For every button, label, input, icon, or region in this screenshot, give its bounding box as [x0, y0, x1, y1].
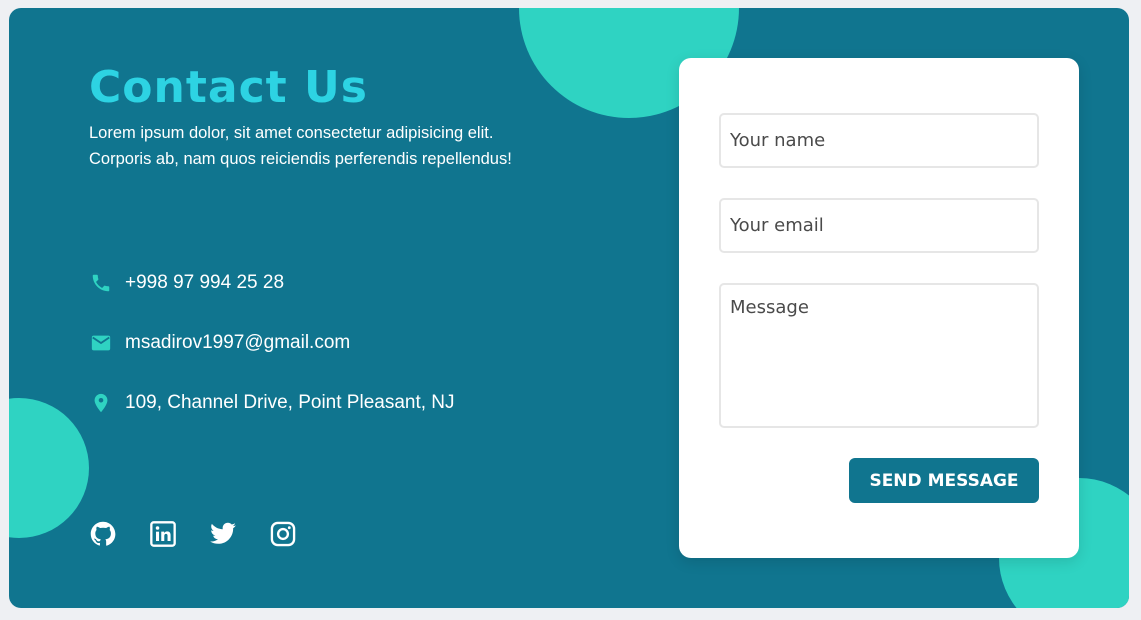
decorative-circle-left: [9, 398, 89, 538]
map-pin-icon: [89, 391, 113, 415]
instagram-icon[interactable]: [269, 520, 297, 548]
contact-email: msadirov1997@gmail.com: [89, 331, 350, 355]
message-textarea[interactable]: [719, 283, 1039, 428]
send-message-button[interactable]: SEND MESSAGE: [849, 458, 1039, 503]
github-icon[interactable]: [89, 520, 117, 548]
page-subtitle: Lorem ipsum dolor, sit amet consectetur …: [89, 124, 512, 168]
contact-phone: +998 97 994 25 28: [89, 271, 284, 295]
social-links: [89, 520, 297, 548]
phone-icon: [89, 271, 113, 295]
twitter-icon[interactable]: [209, 520, 237, 548]
email-input[interactable]: [719, 198, 1039, 253]
contact-email-text: msadirov1997@gmail.com: [125, 332, 351, 353]
contact-section: Contact Us Lorem ipsum dolor, sit amet c…: [9, 8, 1129, 608]
contact-address: 109, Channel Drive, Point Pleasant, NJ: [89, 391, 455, 415]
contact-address-text: 109, Channel Drive, Point Pleasant, NJ: [125, 392, 455, 413]
page-title: Contact Us: [89, 62, 368, 113]
name-input[interactable]: [719, 113, 1039, 168]
mail-icon: [89, 331, 113, 355]
contact-phone-text: +998 97 994 25 28: [125, 272, 285, 293]
contact-form: SEND MESSAGE: [679, 58, 1079, 558]
linkedin-icon[interactable]: [149, 520, 177, 548]
